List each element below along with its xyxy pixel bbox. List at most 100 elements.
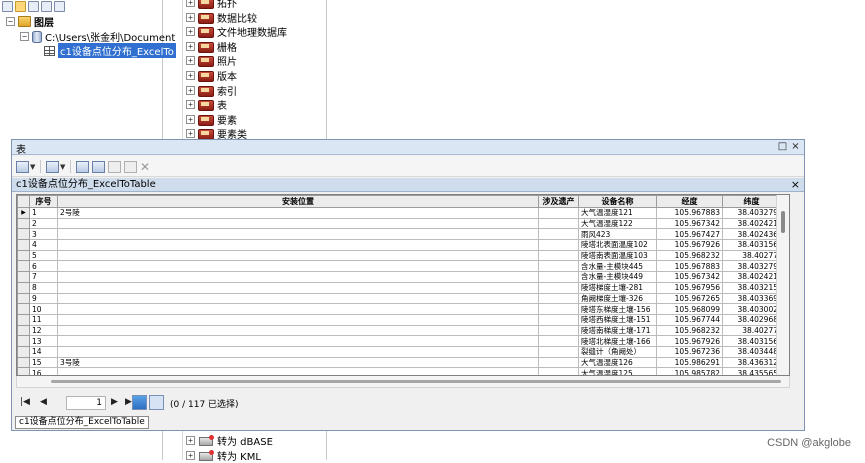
table-cell[interactable]: 9: [29, 292, 58, 305]
list-by-source-icon[interactable]: [15, 1, 26, 12]
table-cell[interactable]: 11: [29, 313, 58, 326]
delete-selected-button[interactable]: ✕: [140, 159, 150, 174]
table-cell[interactable]: [57, 239, 539, 251]
row-selector[interactable]: [17, 335, 30, 347]
expand-icon[interactable]: +: [186, 56, 195, 66]
table-cell[interactable]: 38.403448: [722, 345, 781, 358]
table-cell[interactable]: 角阙梯度土壤-326: [578, 292, 657, 305]
toc-table-item[interactable]: c1设备点位分布_ExcelTo: [44, 43, 176, 58]
table-cell[interactable]: [57, 367, 539, 375]
table-cell[interactable]: 105.968232: [656, 249, 723, 262]
toc-root-layers[interactable]: − 图层: [6, 14, 54, 29]
table-row[interactable]: 16 大气温湿度125 105.985782 38.435565: [17, 367, 786, 375]
table-cell[interactable]: 105.967926: [656, 335, 723, 347]
show-selected-records-button[interactable]: [149, 395, 164, 410]
toolbox-item[interactable]: + 转为 dBASE: [186, 433, 273, 448]
table-cell[interactable]: 38.403156: [722, 335, 781, 347]
table-row[interactable]: 6 含水量-主模块445 105.967883 38.403279: [17, 260, 786, 273]
row-selector[interactable]: [17, 356, 30, 369]
table-row[interactable]: 10 陵塔东梯度土壤-156 105.968099 38.403002: [17, 303, 786, 315]
row-selector[interactable]: [17, 217, 30, 230]
table-cell[interactable]: 大气温湿度122: [578, 217, 657, 230]
table-cell[interactable]: [57, 228, 539, 241]
expand-icon[interactable]: +: [186, 12, 195, 22]
table-cell[interactable]: [538, 207, 579, 219]
expand-icon[interactable]: +: [186, 27, 195, 37]
table-bottom-tab[interactable]: c1设备点位分布_ExcelToTable: [15, 416, 149, 429]
table-cell[interactable]: [538, 335, 579, 347]
column-header[interactable]: 涉及遗产: [538, 195, 579, 208]
table-cell[interactable]: 10: [29, 303, 58, 315]
toolbox-item[interactable]: + 要素: [186, 112, 237, 127]
table-cell[interactable]: 陵塔梯度土壤-281: [578, 281, 657, 294]
table-cell[interactable]: 38.402421: [722, 217, 781, 230]
table-cell[interactable]: 105.986291: [656, 356, 723, 369]
scroll-thumb[interactable]: [781, 211, 785, 233]
table-cell[interactable]: [538, 228, 579, 241]
table-cell[interactable]: 38.403279: [722, 207, 781, 219]
table-cell[interactable]: 105.967926: [656, 239, 723, 251]
table-cell[interactable]: 大气温湿度121: [578, 207, 657, 219]
table-cell[interactable]: 105.967883: [656, 260, 723, 273]
toolbox-item[interactable]: + 照片: [186, 53, 237, 68]
table-cell[interactable]: 6: [29, 260, 58, 273]
toolbox-item[interactable]: + 拓扑: [186, 0, 237, 10]
table-row[interactable]: 15 3号陵 大气温湿度126 105.986291 38.436312: [17, 356, 786, 369]
current-record-field[interactable]: 1: [66, 396, 106, 410]
table-cell[interactable]: [538, 345, 579, 358]
table-cell[interactable]: 105.967956: [656, 281, 723, 294]
table-cell[interactable]: 大气温湿度125: [578, 367, 657, 375]
switch-selection-button[interactable]: [92, 159, 105, 174]
table-cell[interactable]: 7: [29, 271, 58, 283]
table-cell[interactable]: 陵塔南梯度土壤-171: [578, 324, 657, 337]
tab-close-button[interactable]: ×: [791, 178, 800, 192]
table-cell[interactable]: [57, 313, 539, 326]
table-row[interactable]: 7 含水量-主模块449 105.967342 38.402421: [17, 271, 786, 283]
table-cell[interactable]: 38.403156: [722, 239, 781, 251]
table-cell[interactable]: 105.968232: [656, 324, 723, 337]
table-cell[interactable]: [57, 345, 539, 358]
table-cell[interactable]: 陵塔东梯度土壤-156: [578, 303, 657, 315]
table-cell[interactable]: 38.40277: [722, 249, 781, 262]
expand-icon[interactable]: +: [186, 100, 195, 110]
table-row[interactable]: 5 陵塔南表面温度103 105.968232 38.40277: [17, 249, 786, 262]
table-cell[interactable]: [538, 271, 579, 283]
table-cell[interactable]: 裂缝计（角阙处）: [578, 345, 657, 358]
row-selector[interactable]: [17, 281, 30, 294]
table-row[interactable]: 2 大气温湿度122 105.967342 38.402421: [17, 217, 786, 230]
table-cell[interactable]: 38.403369: [722, 292, 781, 305]
table-cell[interactable]: 105.967265: [656, 292, 723, 305]
table-cell[interactable]: 雨风423: [578, 228, 657, 241]
table-cell[interactable]: 14: [29, 345, 58, 358]
clear-selection-button[interactable]: [108, 159, 121, 174]
table-cell[interactable]: 38.436312: [722, 356, 781, 369]
show-all-records-button[interactable]: [132, 395, 147, 410]
vertical-scrollbar[interactable]: [776, 195, 789, 375]
table-cell[interactable]: [57, 271, 539, 283]
copy-selected-button[interactable]: [124, 159, 137, 174]
table-cell[interactable]: 38.402436: [722, 228, 781, 241]
expand-icon[interactable]: +: [186, 114, 195, 124]
first-record-button[interactable]: |◀: [20, 397, 30, 407]
table-cell[interactable]: [57, 303, 539, 315]
table-cell[interactable]: 陵塔西梯度土壤-151: [578, 313, 657, 326]
row-selector[interactable]: [17, 249, 30, 262]
table-cell[interactable]: 4: [29, 239, 58, 251]
row-selector[interactable]: [17, 324, 30, 337]
table-cell[interactable]: 13: [29, 335, 58, 347]
table-cell[interactable]: [538, 324, 579, 337]
expand-icon[interactable]: +: [186, 451, 195, 460]
toolbox-item[interactable]: + 表: [186, 97, 227, 112]
table-cell[interactable]: [57, 281, 539, 294]
table-cell[interactable]: 38.403002: [722, 303, 781, 315]
list-by-drawing-order-icon[interactable]: [2, 1, 13, 12]
column-header[interactable]: 安装位置: [57, 195, 539, 208]
table-cell[interactable]: 38.40277: [722, 324, 781, 337]
table-cell[interactable]: 陵塔南表面温度103: [578, 249, 657, 262]
column-header[interactable]: 经度: [656, 195, 723, 208]
table-cell[interactable]: 3号陵: [57, 356, 539, 369]
table-cell[interactable]: [57, 249, 539, 262]
table-cell[interactable]: 16: [29, 367, 58, 375]
row-selector[interactable]: [17, 271, 30, 283]
next-record-button[interactable]: ▶: [111, 397, 118, 407]
